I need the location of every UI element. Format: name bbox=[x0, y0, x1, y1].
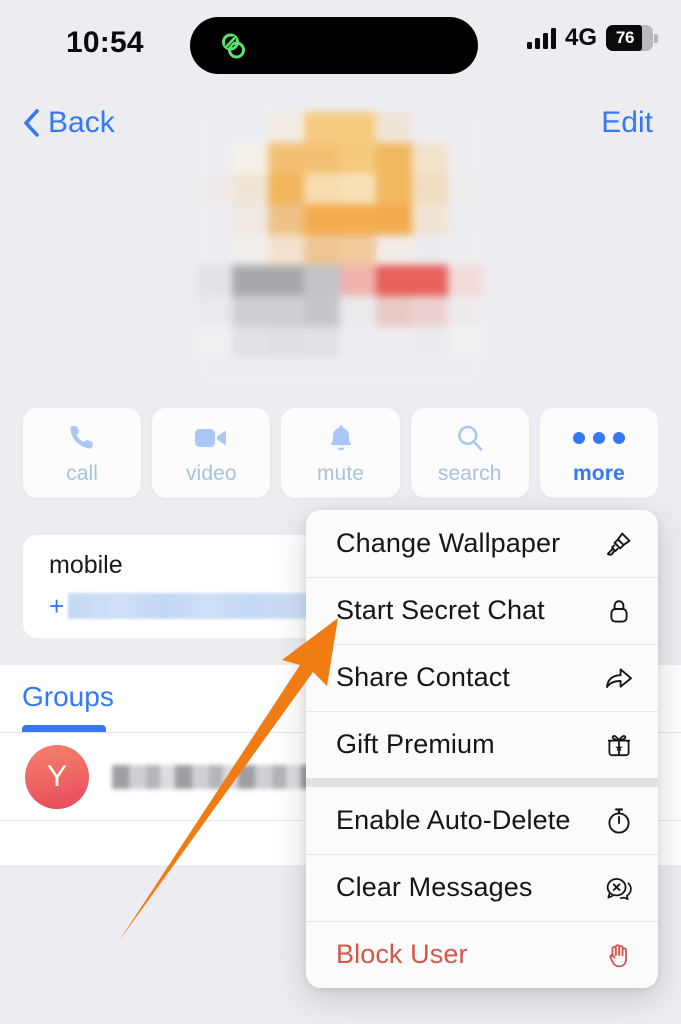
chat-bubble-x-icon bbox=[602, 871, 636, 905]
pixelated-avatar-mosaic bbox=[196, 112, 484, 388]
paintbrush-icon bbox=[602, 527, 636, 561]
status-bar: 10:54 4G 76 bbox=[0, 0, 681, 92]
menu-item-label: Gift Premium bbox=[336, 729, 495, 759]
menu-item-gift-premium[interactable]: Gift Premium bbox=[306, 711, 658, 778]
mute-button[interactable]: mute bbox=[281, 408, 400, 498]
video-button[interactable]: video bbox=[152, 408, 271, 498]
back-button[interactable]: Back bbox=[14, 95, 123, 151]
search-label: search bbox=[437, 461, 502, 485]
menu-item-start-secret-chat[interactable]: Start Secret Chat bbox=[306, 577, 658, 644]
menu-item-share-contact[interactable]: Share Contact bbox=[306, 644, 658, 711]
redacted-phone-number bbox=[68, 593, 309, 619]
search-button[interactable]: search bbox=[410, 408, 529, 498]
ellipsis-icon bbox=[572, 421, 625, 455]
menu-item-label: Clear Messages bbox=[336, 872, 533, 902]
more-button[interactable]: more bbox=[539, 408, 659, 498]
call-label: call bbox=[66, 461, 99, 485]
cellular-signal-icon bbox=[526, 27, 556, 49]
network-type-label: 4G bbox=[564, 24, 597, 51]
timer-icon bbox=[602, 804, 636, 838]
group-avatar: Y bbox=[25, 744, 89, 809]
contact-action-row: call video mute search more bbox=[23, 408, 659, 498]
status-time: 10:54 bbox=[66, 26, 144, 59]
phone-icon bbox=[67, 421, 97, 455]
tab-groups[interactable]: Groups bbox=[22, 681, 114, 713]
bell-icon bbox=[327, 421, 355, 455]
context-menu-group-secondary: Enable Auto-Delete Clear Messages Block … bbox=[306, 787, 658, 988]
edit-button[interactable]: Edit bbox=[595, 95, 659, 151]
magnifier-icon bbox=[455, 421, 485, 455]
context-menu-separator bbox=[306, 778, 658, 787]
menu-item-label: Enable Auto-Delete bbox=[336, 805, 571, 835]
stop-hand-icon bbox=[602, 938, 636, 972]
share-arrow-icon bbox=[602, 661, 636, 695]
battery-percent-label: 76 bbox=[615, 28, 635, 47]
mute-label: mute bbox=[316, 461, 365, 485]
menu-item-change-wallpaper[interactable]: Change Wallpaper bbox=[306, 510, 658, 577]
context-menu: Change Wallpaper Start Secret Chat Share… bbox=[306, 510, 658, 988]
status-indicators: 4G 76 bbox=[526, 24, 658, 52]
link-chain-icon bbox=[222, 33, 245, 59]
menu-item-label: Start Secret Chat bbox=[336, 595, 545, 625]
context-menu-group-primary: Change Wallpaper Start Secret Chat Share… bbox=[306, 510, 658, 778]
phone-plus-prefix: + bbox=[49, 591, 65, 621]
tab-active-indicator bbox=[22, 725, 106, 732]
call-button[interactable]: call bbox=[23, 408, 142, 498]
chevron-left-icon bbox=[24, 109, 39, 137]
menu-item-label: Change Wallpaper bbox=[336, 528, 561, 558]
menu-item-clear-messages[interactable]: Clear Messages bbox=[306, 854, 658, 921]
more-label: more bbox=[573, 461, 625, 485]
dynamic-island[interactable] bbox=[190, 17, 478, 74]
menu-item-enable-auto-delete[interactable]: Enable Auto-Delete bbox=[306, 787, 658, 854]
profile-avatar[interactable] bbox=[196, 112, 484, 388]
video-camera-icon bbox=[194, 421, 228, 455]
battery-icon: 76 bbox=[606, 25, 658, 51]
back-label: Back bbox=[48, 106, 115, 139]
lock-icon bbox=[602, 594, 636, 628]
menu-item-label: Block User bbox=[336, 939, 468, 969]
gift-box-icon bbox=[602, 728, 636, 762]
menu-item-label: Share Contact bbox=[336, 662, 510, 692]
menu-item-block-user[interactable]: Block User bbox=[306, 921, 658, 988]
navigation-bar: Back Edit bbox=[0, 95, 681, 151]
video-label: video bbox=[185, 461, 237, 485]
battery-tip bbox=[654, 34, 658, 43]
phone-screen: 10:54 4G 76 Back Edit call video mute se… bbox=[0, 0, 681, 1024]
